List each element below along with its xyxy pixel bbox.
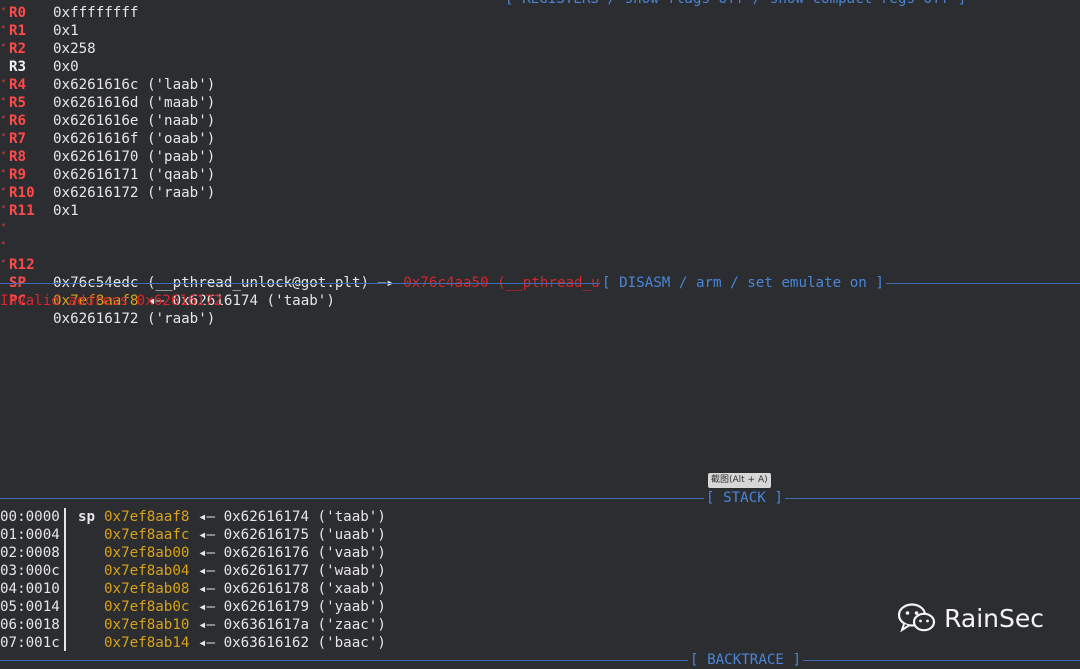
register-name: R5	[9, 95, 27, 111]
register-name: R2	[9, 41, 27, 57]
arrow-left-icon: ◂—	[189, 581, 224, 597]
disasm-separator	[0, 283, 1080, 284]
stack-address: 0x7ef8ab04	[104, 563, 190, 579]
stack-entry: 0x7ef8aafc ◂— 0x62616175 ('uaab')	[104, 526, 386, 544]
disasm-header: [ DISASM / arm / set emulate on ]	[600, 274, 886, 292]
stack-tag: sp	[78, 509, 96, 525]
changed-marker-icon: *	[1, 186, 6, 195]
changed-marker-icon: *	[1, 150, 6, 159]
register-name: R1	[9, 23, 27, 39]
register-value: 0x6261616c ('laab')	[53, 77, 216, 93]
stack-offset: 07:001c	[0, 635, 60, 651]
register-name: R0	[9, 5, 27, 21]
changed-marker-icon: *	[1, 78, 6, 87]
stack-address: 0x7ef8ab10	[104, 617, 190, 633]
stack-value: 0x63616162 ('baac')	[223, 635, 386, 651]
stack-separator	[0, 498, 1080, 499]
register-value: 0x6261616f ('oaab')	[53, 131, 216, 147]
stack-offset: 01:0004	[0, 527, 60, 543]
stack-address: 0x7ef8ab0c	[104, 599, 190, 615]
changed-marker-icon: *	[1, 24, 6, 33]
register-value: 0x62616171 ('qaab')	[53, 167, 216, 183]
register-value: 0x62616170 ('paab')	[53, 149, 216, 165]
arrow-left-icon: ◂—	[189, 599, 224, 615]
changed-marker-icon: *	[1, 222, 6, 231]
backtrace-header: [ BACKTRACE ]	[688, 651, 804, 669]
stack-value: 0x62616179 ('yaab')	[223, 599, 386, 615]
register-value: 0xffffffff	[53, 5, 139, 21]
stack-entry: 0x7ef8ab04 ◂— 0x62616177 ('waab')	[104, 562, 386, 580]
register-pc-value: 0x62616172 ('raab')	[53, 311, 216, 327]
changed-marker-icon: *	[1, 96, 6, 105]
stack-entry: 0x7ef8ab00 ◂— 0x62616176 ('vaab')	[104, 544, 386, 562]
registers-header: [ REGISTERS / show-flags off / show-comp…	[505, 0, 966, 8]
stack-value: 0x62616178 ('xaab')	[223, 581, 386, 597]
stack-column-divider	[64, 508, 66, 651]
stack-value: 0x62616177 ('waab')	[223, 563, 386, 579]
watermark-text: RainSec	[944, 603, 1044, 633]
stack-entry: 0x7ef8ab14 ◂— 0x63616162 ('baac')	[104, 634, 386, 652]
stack-offset: 05:0014	[0, 599, 60, 615]
stack-value: 0x62616175 ('uaab')	[223, 527, 386, 543]
stack-address: 0x7ef8ab08	[104, 581, 190, 597]
changed-marker-icon: *	[1, 258, 6, 267]
register-name: R4	[9, 77, 27, 93]
stack-entry: 0x7ef8ab10 ◂— 0x6361617a ('zaac')	[104, 616, 386, 634]
register-value: 0x258	[53, 41, 96, 57]
stack-value: 0x62616174 ('taab')	[223, 509, 386, 525]
watermark: RainSec	[897, 603, 1044, 633]
stack-value: 0x6361617a ('zaac')	[223, 617, 386, 633]
backtrace-separator	[0, 660, 1080, 661]
stack-value: 0x62616176 ('vaab')	[223, 545, 386, 561]
stack-offset: 04:0010	[0, 581, 60, 597]
register-pc-row: * PC 0x62616172 ('raab')	[0, 256, 215, 327]
changed-marker-icon: *	[1, 240, 6, 249]
register-value: 0x1	[53, 23, 79, 39]
changed-marker-icon: *	[1, 42, 6, 51]
arrow-left-icon: ◂—	[189, 545, 224, 561]
register-value: 0x0	[53, 59, 79, 75]
register-value: 0x6261616d ('maab')	[53, 95, 216, 111]
changed-marker-icon: *	[1, 114, 6, 123]
stack-entry: 0x7ef8ab08 ◂— 0x62616178 ('xaab')	[104, 580, 386, 598]
register-name: R9	[9, 167, 27, 183]
register-value: 0x62616172 ('raab')	[53, 185, 216, 201]
disasm-error: Invalid address 0x62616172	[0, 293, 223, 309]
stack-address: 0x7ef8aafc	[104, 527, 190, 543]
stack-offset: 03:000c	[0, 563, 60, 579]
screenshot-tooltip: 截图(Alt + A)	[708, 473, 771, 488]
arrow-left-icon: ◂—	[189, 563, 224, 579]
stack-entry: 0x7ef8aaf8 ◂— 0x62616174 ('taab')	[104, 508, 386, 526]
register-name: R3	[9, 59, 27, 75]
stack-offset: 06:0018	[0, 617, 60, 633]
stack-entry: 0x7ef8ab0c ◂— 0x62616179 ('yaab')	[104, 598, 386, 616]
stack-address: 0x7ef8ab14	[104, 635, 190, 651]
stack-offset: 02:0008	[0, 545, 60, 561]
register-value: 0x6261616e ('naab')	[53, 113, 216, 129]
arrow-left-icon: ◂—	[189, 509, 224, 525]
register-value: 0x1	[53, 203, 79, 219]
arrow-left-icon: ◂—	[189, 635, 224, 651]
wechat-icon	[897, 603, 936, 633]
arrow-left-icon: ◂—	[189, 617, 224, 633]
register-name: R11	[9, 203, 35, 219]
changed-marker-icon: *	[1, 204, 6, 213]
register-name: R7	[9, 131, 27, 147]
register-name: R6	[9, 113, 27, 129]
stack-address: 0x7ef8aaf8	[104, 509, 190, 525]
arrow-left-icon: ◂—	[189, 527, 224, 543]
register-name: R8	[9, 149, 27, 165]
register-name: R10	[9, 185, 35, 201]
changed-marker-icon: *	[1, 168, 6, 177]
changed-marker-icon: *	[1, 6, 6, 15]
stack-address: 0x7ef8ab00	[104, 545, 190, 561]
changed-marker-icon: *	[1, 132, 6, 141]
stack-header: [ STACK ]	[704, 489, 785, 507]
stack-offset: 00:0000	[0, 509, 60, 525]
